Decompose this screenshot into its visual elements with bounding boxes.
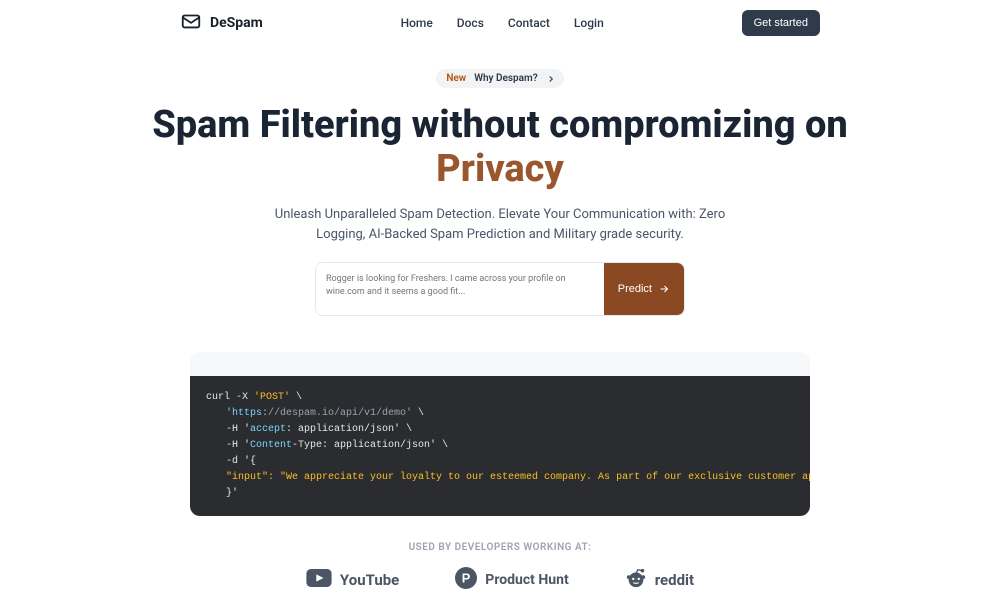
code-line-2: 'https://despam.io/api/v1/demo' \ [206,406,794,422]
brand[interactable]: DeSpam [180,10,263,36]
code-line-4: -H 'Content-Type: application/json' \ [206,438,794,454]
code-line-6: "input": "We appreciate your loyalty to … [206,470,794,486]
logo-producthunt: P Product Hunt [455,567,568,593]
hero-subtitle: Unleash Unparalleled Spam Detection. Ele… [250,205,750,244]
used-by-label: USED BY DEVELOPERS WORKING AT: [0,542,1000,553]
producthunt-text: Product Hunt [485,572,568,588]
badge-why: Why Despam? [474,73,537,84]
brand-name: DeSpam [210,15,263,31]
hero-title-line1: Spam Filtering without compromizing on [152,103,848,147]
badge-new: New [446,73,466,84]
predict-button-label: Predict [618,283,652,295]
code-header-bar [190,352,810,376]
producthunt-icon: P [455,567,477,593]
reddit-icon [625,567,647,593]
logo-reddit: reddit [625,567,694,593]
brand-icon [180,10,202,36]
hero-title: Spam Filtering without compromizing on P… [0,104,1000,191]
predict-form: Predict [315,262,685,316]
code-line-7: }' [206,486,794,502]
nav-login[interactable]: Login [574,16,604,30]
top-nav: Home Docs Contact Login [401,16,604,30]
code-line-3: -H 'accept: application/json' \ [206,422,794,438]
get-started-button[interactable]: Get started [742,10,820,36]
youtube-text: YouTube [340,571,399,589]
svg-text:P: P [462,571,471,586]
nav-home[interactable]: Home [401,16,433,30]
reddit-text: reddit [655,571,694,589]
nav-contact[interactable]: Contact [508,16,550,30]
hero-title-accent: Privacy [436,147,564,191]
announcement-badge[interactable]: New Why Despam? [436,69,563,88]
code-example: curl -X 'POST' \ 'https://despam.io/api/… [190,376,810,516]
arrow-right-icon [658,283,670,295]
partner-logos: YouTube P Product Hunt reddit [0,567,1000,593]
predict-input[interactable] [316,263,604,315]
nav-docs[interactable]: Docs [457,16,484,30]
code-line-1: curl -X 'POST' \ [206,390,794,406]
logo-youtube: YouTube [306,569,399,591]
youtube-icon [306,569,332,591]
predict-button[interactable]: Predict [604,263,684,315]
code-line-5: -d '{ [206,454,794,470]
chevron-right-icon [546,74,556,84]
